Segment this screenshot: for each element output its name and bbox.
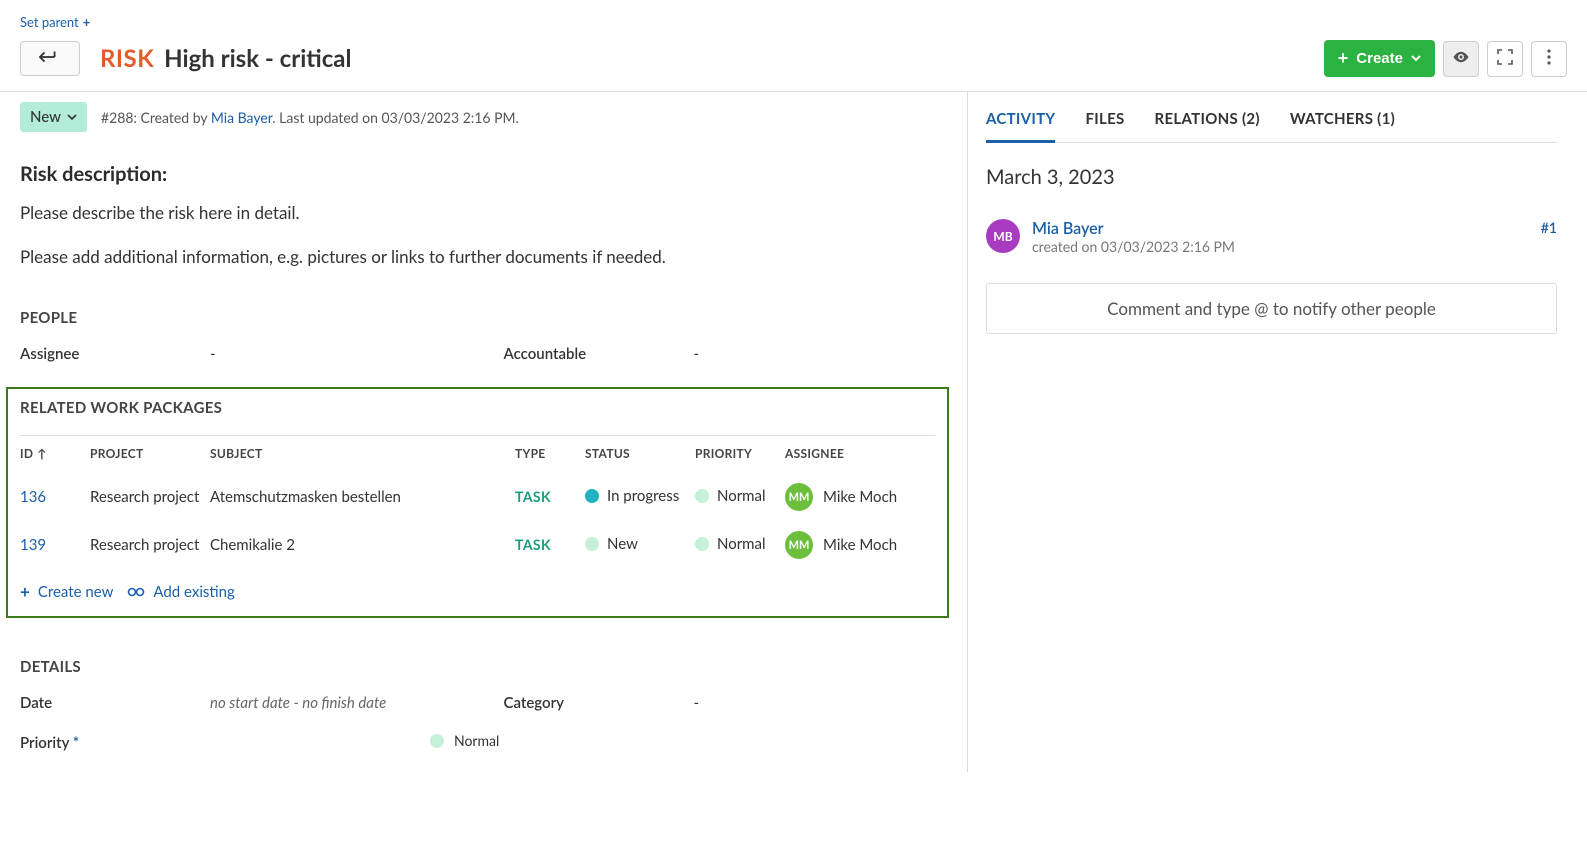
watch-button[interactable]: [1443, 41, 1479, 77]
col-status[interactable]: STATUS: [585, 436, 695, 474]
page-title[interactable]: High risk - critical: [164, 44, 351, 73]
priority-value[interactable]: Normal: [430, 732, 499, 749]
category-value[interactable]: -: [694, 694, 700, 712]
link-icon: [127, 583, 145, 601]
col-id[interactable]: ID↑: [20, 436, 90, 474]
kebab-icon: [1547, 49, 1551, 68]
tab-watchers[interactable]: WATCHERS (1): [1290, 104, 1395, 142]
chevron-down-icon: [1411, 50, 1421, 67]
accountable-value[interactable]: -: [694, 345, 700, 363]
wp-id-link[interactable]: 136: [20, 488, 46, 506]
priority-label: Priority *: [20, 734, 210, 752]
subject-cell: Atemschutzmasken bestellen: [210, 473, 515, 521]
status-dropdown[interactable]: New: [20, 102, 87, 132]
required-icon: *: [73, 734, 79, 752]
related-section-title: RELATED WORK PACKAGES: [20, 399, 935, 417]
details-section-title: DETAILS: [20, 658, 947, 676]
status-label: New: [30, 108, 61, 126]
create-new-label: Create new: [38, 583, 114, 601]
wp-id-link[interactable]: 139: [20, 536, 46, 554]
description-p2: Please add additional information, e.g. …: [20, 244, 947, 270]
more-menu-button[interactable]: [1531, 41, 1567, 77]
col-assignee[interactable]: ASSIGNEE: [785, 436, 935, 474]
priority-dot-icon: [695, 489, 709, 503]
add-existing-label: Add existing: [153, 583, 234, 601]
date-value[interactable]: no start date - no finish date: [210, 694, 386, 712]
activity-tabs: ACTIVITY FILES RELATIONS (2) WATCHERS (1…: [986, 92, 1557, 143]
activity-user-link[interactable]: Mia Bayer: [1032, 219, 1104, 238]
assignee-label: Assignee: [20, 345, 210, 363]
related-work-packages-section: RELATED WORK PACKAGES ID↑ PROJECT SUBJEC…: [6, 387, 949, 618]
activity-date: March 3, 2023: [986, 165, 1557, 189]
col-subject[interactable]: SUBJECT: [210, 436, 515, 474]
tab-relations[interactable]: RELATIONS (2): [1155, 104, 1260, 142]
plus-icon: +: [20, 581, 30, 602]
status-cell: New: [585, 535, 638, 553]
related-table: ID↑ PROJECT SUBJECT TYPE STATUS PRIORITY…: [20, 435, 935, 569]
description-body[interactable]: Please describe the risk here in detail.…: [20, 200, 947, 269]
comment-input[interactable]: Comment and type @ to notify other peopl…: [986, 283, 1557, 334]
priority-cell: Normal: [695, 487, 766, 505]
create-button[interactable]: + Create: [1324, 40, 1435, 77]
tab-files[interactable]: FILES: [1085, 104, 1124, 142]
table-row[interactable]: 136 Research projectAtemschutzmasken best…: [20, 473, 935, 521]
sort-asc-icon: ↑: [37, 446, 46, 461]
project-cell: Research project: [90, 473, 210, 521]
col-project[interactable]: PROJECT: [90, 436, 210, 474]
work-package-type: RISK: [100, 44, 154, 73]
type-badge: TASK: [515, 536, 551, 553]
avatar: MB: [986, 219, 1020, 253]
description-heading: Risk description:: [20, 162, 947, 186]
status-dot-icon: [585, 489, 599, 503]
activity-item: MB Mia Bayer created on 03/03/2023 2:16 …: [986, 219, 1557, 255]
subject-cell: Chemikalie 2: [210, 521, 515, 569]
assignee-cell: MMMike Moch: [785, 483, 897, 511]
back-icon: [39, 50, 61, 67]
set-parent-link[interactable]: Set parent +: [20, 14, 90, 30]
priority-cell: Normal: [695, 535, 766, 553]
back-button[interactable]: [20, 41, 80, 76]
plus-icon: +: [1338, 48, 1349, 69]
expand-icon: [1497, 49, 1513, 68]
fullscreen-button[interactable]: [1487, 41, 1523, 77]
people-section-title: PEOPLE: [20, 309, 947, 327]
activity-anchor[interactable]: #1: [1541, 219, 1557, 236]
add-existing-relation[interactable]: Add existing: [127, 581, 234, 602]
creator-link[interactable]: Mia Bayer: [211, 109, 272, 126]
table-row[interactable]: 139 Research projectChemikalie 2TASK New No…: [20, 521, 935, 569]
avatar: MM: [785, 483, 813, 511]
priority-dot-icon: [695, 537, 709, 551]
meta-info: #288: Created by Mia Bayer. Last updated…: [101, 109, 519, 126]
tab-activity[interactable]: ACTIVITY: [986, 104, 1055, 143]
activity-meta: created on 03/03/2023 2:16 PM: [1032, 238, 1235, 255]
status-dot-icon: [585, 537, 599, 551]
eye-icon: [1452, 48, 1470, 69]
date-label: Date: [20, 694, 210, 712]
accountable-label: Accountable: [504, 345, 694, 363]
description-p1: Please describe the risk here in detail.: [20, 200, 947, 226]
col-priority[interactable]: PRIORITY: [695, 436, 785, 474]
assignee-value[interactable]: -: [210, 345, 216, 363]
chevron-down-icon: [67, 108, 77, 126]
type-badge: TASK: [515, 488, 551, 505]
create-new-relation[interactable]: + Create new: [20, 581, 113, 602]
avatar: MM: [785, 531, 813, 559]
create-label: Create: [1356, 50, 1403, 67]
category-label: Category: [504, 694, 694, 712]
plus-icon: +: [83, 14, 91, 30]
project-cell: Research project: [90, 521, 210, 569]
set-parent-label: Set parent: [20, 14, 79, 30]
status-cell: In progress: [585, 487, 679, 505]
assignee-cell: MMMike Moch: [785, 531, 897, 559]
priority-dot-icon: [430, 734, 444, 748]
col-type[interactable]: TYPE: [515, 436, 585, 474]
